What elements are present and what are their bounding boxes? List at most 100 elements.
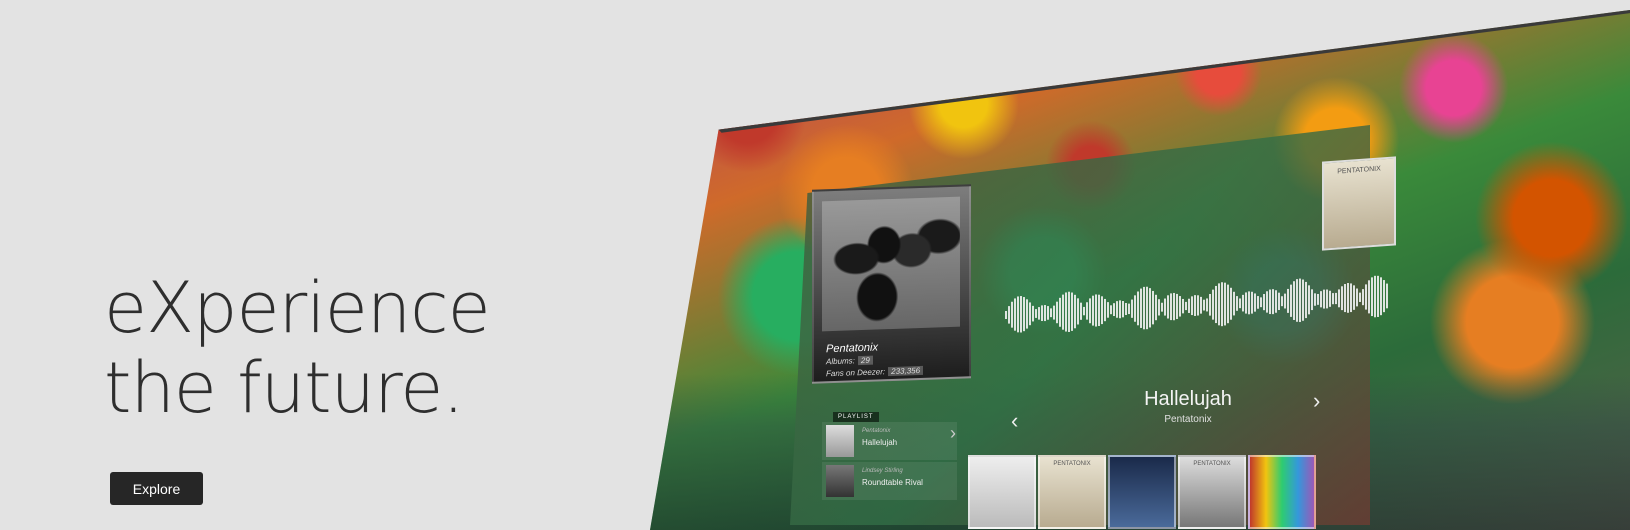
- waveform-bar: [1131, 299, 1133, 318]
- waveform-bar: [1146, 286, 1148, 330]
- waveform-bar: [1032, 305, 1034, 322]
- album-cover-top[interactable]: PENTATONIX: [1322, 156, 1396, 251]
- waveform-bar: [1083, 306, 1085, 316]
- waveform-bar: [1278, 292, 1280, 311]
- waveform-bar: [1086, 302, 1088, 320]
- playlist-label: PLAYLIST: [833, 412, 879, 422]
- waveform-bar: [1359, 292, 1361, 302]
- waveform-bar: [1302, 279, 1304, 321]
- waveform-bar: [1014, 298, 1016, 331]
- waveform-bar: [1311, 289, 1313, 311]
- album-thumb[interactable]: [1108, 455, 1176, 529]
- track-title: Hallelujah: [1144, 388, 1232, 410]
- waveform-bar: [1044, 305, 1046, 322]
- albums-label: Albums:: [826, 356, 855, 367]
- waveform-bar: [1383, 280, 1385, 313]
- waveform-bar: [1026, 299, 1028, 329]
- fans-label: Fans on Deezer:: [826, 367, 886, 379]
- waveform-bar: [1332, 293, 1334, 305]
- waveform-bar: [1116, 301, 1118, 318]
- waveform-bar: [1020, 296, 1022, 333]
- waveform-bar: [1203, 299, 1205, 311]
- waveform-bar: [1155, 294, 1157, 321]
- waveform-bar: [1230, 287, 1232, 320]
- chevron-right-icon[interactable]: ›: [950, 423, 956, 444]
- next-track-button[interactable]: ›: [1313, 388, 1320, 414]
- waveform-bar: [1206, 298, 1208, 312]
- waveform-bar: [1023, 297, 1025, 332]
- waveform-bar: [1134, 295, 1136, 322]
- hero-line-2: the future.: [104, 347, 465, 429]
- waveform-bar: [1128, 303, 1130, 315]
- waveform-bar: [1335, 292, 1337, 305]
- album-thumb[interactable]: PENTATONIX: [1178, 455, 1246, 529]
- waveform-bar: [1122, 301, 1124, 318]
- waveform-bar: [1119, 300, 1121, 319]
- waveform-bar: [1194, 295, 1196, 316]
- album-thumb[interactable]: [1248, 455, 1316, 529]
- waveform-bar: [1380, 277, 1382, 316]
- waveform-bar: [1299, 278, 1301, 323]
- waveform-bar: [1218, 283, 1220, 326]
- waveform-bar: [1167, 295, 1169, 319]
- artist-card[interactable]: Pentatonix Albums: 29 Fans on Deezer: 233,…: [812, 184, 971, 384]
- waveform-bar: [1314, 293, 1316, 306]
- artist-albums: Albums: 29: [826, 355, 873, 367]
- waveform-bar: [1272, 289, 1274, 315]
- waveform-bar: [1029, 302, 1031, 326]
- waveform-bar: [1341, 286, 1343, 311]
- album-thumb[interactable]: [968, 455, 1036, 529]
- waveform-bar: [1338, 289, 1340, 308]
- waveform-bar: [1377, 275, 1379, 317]
- playlist-item[interactable]: Pentatonix Hallelujah: [822, 422, 957, 460]
- waveform-bar: [1329, 290, 1331, 307]
- album-thumb[interactable]: PENTATONIX: [1038, 455, 1106, 529]
- waveform-bar: [1113, 303, 1115, 317]
- waveform-bar: [1107, 302, 1109, 318]
- waveform-bar: [1368, 280, 1370, 314]
- waveform-bar: [1221, 282, 1223, 327]
- waveform-bar: [1188, 298, 1190, 313]
- album-thumb-label: PENTATONIX: [1053, 461, 1091, 467]
- waveform-bar: [1308, 285, 1310, 315]
- waveform-bar: [1038, 307, 1040, 320]
- waveform-bar: [1137, 291, 1139, 326]
- previous-track-button[interactable]: ‹: [1011, 408, 1018, 434]
- waveform-bar: [1371, 277, 1373, 317]
- explore-button[interactable]: Explore: [110, 472, 203, 505]
- waveform-bar: [1224, 282, 1226, 326]
- waveform-bar: [1149, 288, 1151, 328]
- waveform-bar: [1290, 284, 1292, 317]
- waveform-bar: [1305, 281, 1307, 319]
- waveform-bar: [1071, 292, 1073, 331]
- waveform-bar: [1245, 292, 1247, 314]
- waveform-bar: [1323, 289, 1325, 309]
- waveform-bar: [1356, 288, 1358, 307]
- waveform-bar: [1170, 293, 1172, 321]
- waveform-bar: [1050, 308, 1052, 318]
- waveform-bar: [1281, 296, 1283, 307]
- waveform-bar: [1158, 299, 1160, 316]
- playlist-item-title: Roundtable Rival: [862, 478, 923, 487]
- playlist-item[interactable]: Lindsey Stirling Roundtable Rival: [822, 462, 957, 500]
- waveform-bar: [1200, 296, 1202, 314]
- waveform-bar: [1035, 309, 1037, 318]
- playlist-thumb: [826, 425, 854, 457]
- waveform-bar: [1254, 293, 1256, 312]
- playlist-thumb: [826, 465, 854, 497]
- waveform-bar: [1152, 290, 1154, 325]
- track-artist: Pentatonix: [1164, 414, 1212, 425]
- waveform-bar: [1287, 288, 1289, 313]
- waveform-bar: [1239, 298, 1241, 309]
- waveform-bar: [1269, 289, 1271, 315]
- waveform-bar: [1374, 275, 1376, 318]
- waveform-bar: [1386, 283, 1388, 309]
- waveform-bar: [1182, 298, 1184, 314]
- waveform-bar: [1098, 294, 1100, 326]
- albums-value: 29: [857, 355, 873, 366]
- waveform-bar: [1092, 295, 1094, 326]
- waveform-bar: [1176, 293, 1178, 319]
- waveform[interactable]: [1005, 275, 1390, 355]
- waveform-bar: [1161, 302, 1163, 312]
- waveform-bar: [1041, 305, 1043, 322]
